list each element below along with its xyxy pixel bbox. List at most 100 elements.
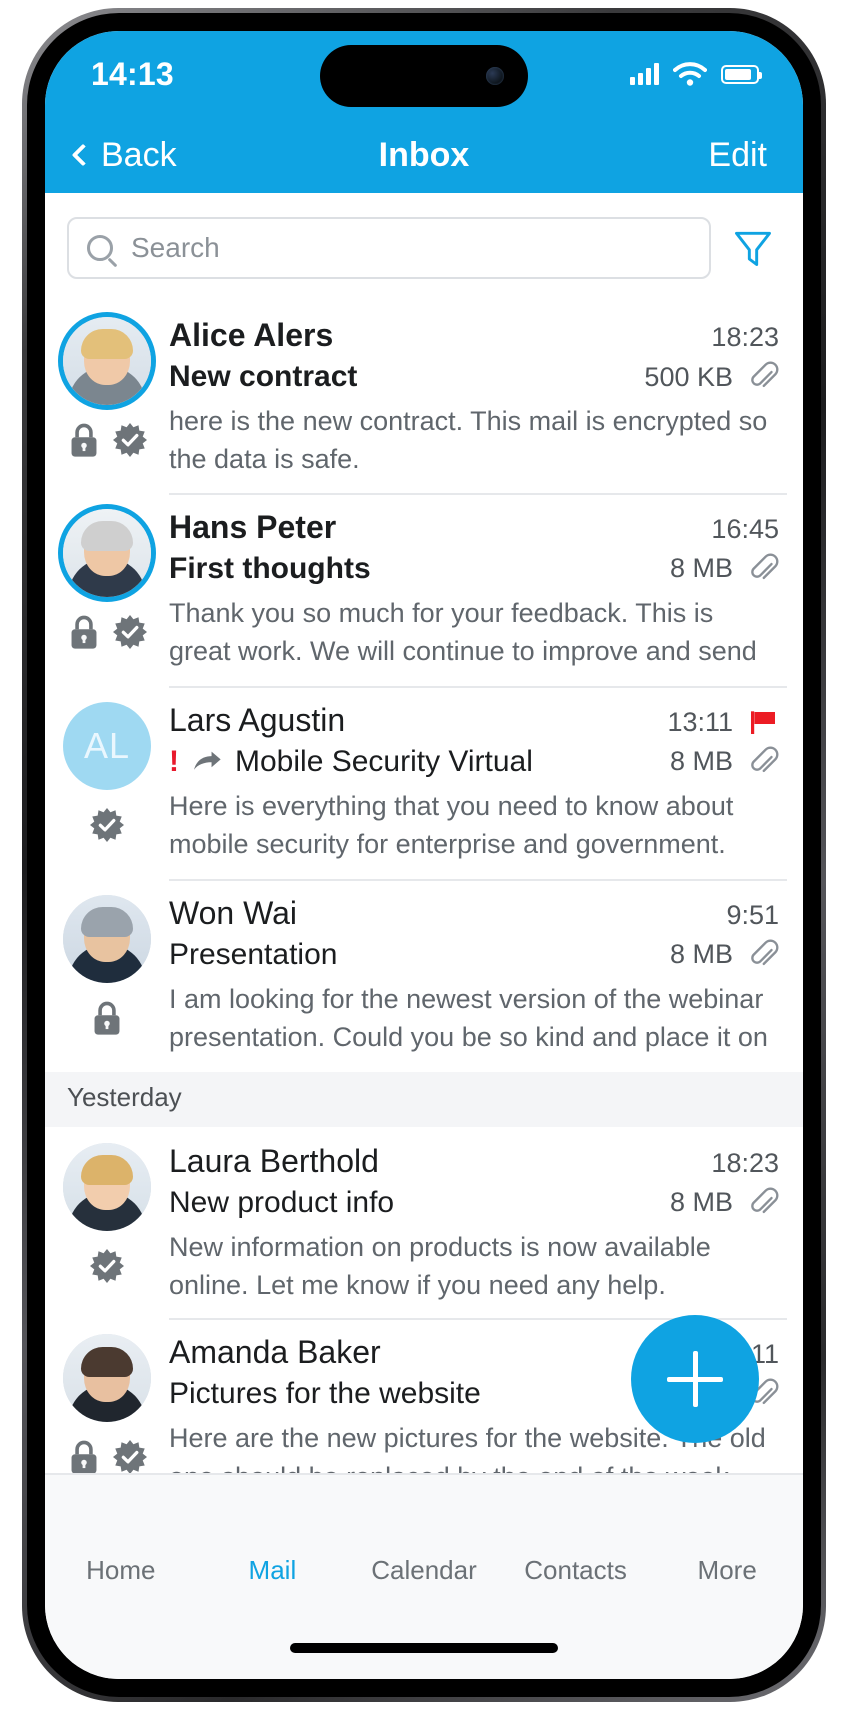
search-placeholder: Search	[131, 232, 220, 263]
security-badges	[67, 611, 147, 653]
email-row[interactable]: Alice Alers 18:23 New contract 500 KB here i…	[45, 301, 803, 493]
email-size: 8 MB	[669, 939, 733, 970]
email-size: 8 MB	[669, 553, 733, 584]
email-row[interactable]: AL Lars Agustin 13:11! Mobile Security Virt…	[45, 685, 803, 879]
compose-button[interactable]	[631, 1315, 759, 1443]
email-row[interactable]: Won Wai 9:51 Presentation 8 MB I am looking …	[45, 878, 803, 1072]
email-row-line2: ! Mobile Security Virtual 8 MB	[169, 745, 779, 779]
email-row-body: Hans Peter 16:45 First thoughts 8 MB Thank y…	[169, 509, 803, 686]
email-preview: Here is everything that you need to know…	[169, 790, 734, 859]
email-row-meta-bottom: 8 MB	[670, 938, 779, 972]
lock-icon	[94, 1001, 120, 1035]
search-input[interactable]: Search	[67, 217, 711, 279]
home-indicator[interactable]	[290, 1643, 558, 1653]
email-time: 16:45	[711, 513, 779, 544]
security-badges	[67, 419, 147, 461]
email-preview: New information on products is now avail…	[169, 1231, 711, 1300]
avatar: AL	[63, 701, 151, 790]
email-subject: Mobile Security Virtual	[235, 744, 533, 778]
email-sender: Won Wai	[169, 894, 298, 931]
phone-bezel: 14:13 Back Inbox Edit Search Alice Alers…	[27, 13, 821, 1697]
back-button-label: Back	[101, 135, 177, 174]
email-row-body: Won Wai 9:51 Presentation 8 MB I am looking …	[169, 895, 803, 1072]
filter-funnel-icon[interactable]	[731, 226, 775, 270]
email-row-meta-bottom: 500 KB	[644, 360, 779, 394]
email-size: 8 MB	[669, 1187, 733, 1218]
email-time: 18:23	[711, 322, 779, 352]
attachment-clip-icon	[751, 939, 779, 965]
email-subject: Presentation	[169, 937, 338, 971]
tab-home[interactable]: Home	[45, 1497, 197, 1586]
phone-screen: 14:13 Back Inbox Edit Search Alice Alers…	[45, 31, 803, 1679]
search-row: Search	[45, 193, 803, 301]
email-row-body: Lars Agustin 13:11! Mobile Security Virtua…	[169, 702, 803, 879]
email-row-meta-top: 16:45	[711, 514, 779, 545]
email-row-meta-bottom: 8 MB	[670, 1186, 779, 1220]
email-row-line2: New contract 500 KB	[169, 360, 779, 394]
tab-calendar[interactable]: Calendar	[348, 1497, 500, 1586]
tab-label: Mail	[248, 1555, 297, 1585]
avatar	[63, 1334, 151, 1423]
avatar	[63, 317, 151, 405]
avatar-photo	[63, 317, 151, 405]
email-sender: Lars Agustin	[169, 701, 346, 738]
screenshot-stage: 14:13 Back Inbox Edit Search Alice Alers…	[0, 0, 848, 1710]
email-size: 500 KB	[644, 361, 733, 392]
email-row-meta-top: 13:11	[667, 706, 779, 738]
cellular-signal-icon	[630, 63, 659, 85]
email-row-line1: Hans Peter 16:45	[169, 509, 779, 546]
email-time: 18:23	[711, 1147, 779, 1178]
forwarded-arrow-icon	[194, 751, 221, 770]
email-time: 13:11	[667, 706, 733, 737]
email-row[interactable]: Laura Berthold 18:23 New product info 8 MB N…	[45, 1127, 803, 1319]
dynamic-island	[320, 45, 528, 107]
chevron-left-icon	[71, 143, 95, 167]
battery-icon	[721, 64, 762, 84]
status-clock: 14:13	[91, 55, 174, 92]
email-row-line2: New product info 8 MB	[169, 1186, 779, 1220]
email-row-line1: Lars Agustin 13:11	[169, 702, 779, 739]
signed-seal-icon	[113, 614, 147, 649]
email-preview: I am looking for the newest version of t…	[169, 983, 768, 1052]
security-badges	[90, 997, 124, 1039]
tab-mail[interactable]: Mail	[197, 1497, 349, 1586]
back-button[interactable]: Back	[71, 135, 177, 175]
email-row-body: Alice Alers 18:23 New contract 500 KB here i…	[169, 317, 803, 493]
email-row-left	[45, 508, 169, 686]
security-badges	[90, 1245, 124, 1287]
email-sender: Amanda Baker	[169, 1334, 381, 1371]
avatar	[63, 508, 151, 597]
email-row-meta-top: 18:23	[711, 1148, 779, 1179]
email-row-left: AL	[45, 701, 169, 879]
email-row-meta-bottom: 8 MB	[670, 745, 779, 779]
security-badges	[90, 804, 124, 846]
navigation-bar: Back Inbox Edit	[45, 117, 803, 193]
avatar-photo	[63, 508, 151, 597]
email-subject: New product info	[169, 1185, 395, 1219]
tab-more[interactable]: More	[651, 1497, 803, 1586]
avatar-photo	[63, 894, 151, 983]
email-row[interactable]: Hans Peter 16:45 First thoughts 8 MB Thank y…	[45, 492, 803, 686]
email-time: 9:51	[726, 899, 779, 930]
lock-icon	[71, 615, 97, 649]
lock-icon	[71, 1440, 97, 1474]
email-preview: here is the new contract. This mail is e…	[169, 406, 768, 475]
email-subject: First thoughts	[169, 551, 371, 585]
email-row-left	[45, 1142, 169, 1319]
email-row-meta-bottom: 8 MB	[670, 552, 779, 586]
avatar-photo	[63, 1334, 151, 1423]
tab-contacts[interactable]: Contacts	[500, 1497, 652, 1586]
phone-frame: 14:13 Back Inbox Edit Search Alice Alers…	[22, 8, 826, 1702]
email-subject: New contract	[169, 360, 358, 393]
attachment-clip-icon	[751, 746, 779, 772]
avatar	[63, 894, 151, 983]
flag-icon	[751, 711, 775, 735]
attachment-clip-icon	[751, 1187, 779, 1213]
edit-button[interactable]: Edit	[708, 136, 767, 175]
signed-seal-icon	[90, 807, 124, 842]
email-row-meta-top: 9:51	[726, 900, 779, 931]
lock-icon	[71, 423, 97, 457]
email-row-body: Laura Berthold 18:23 New product info 8 MB N…	[169, 1143, 803, 1319]
email-subject: Pictures for the website	[169, 1377, 481, 1411]
email-row-left	[45, 317, 169, 493]
